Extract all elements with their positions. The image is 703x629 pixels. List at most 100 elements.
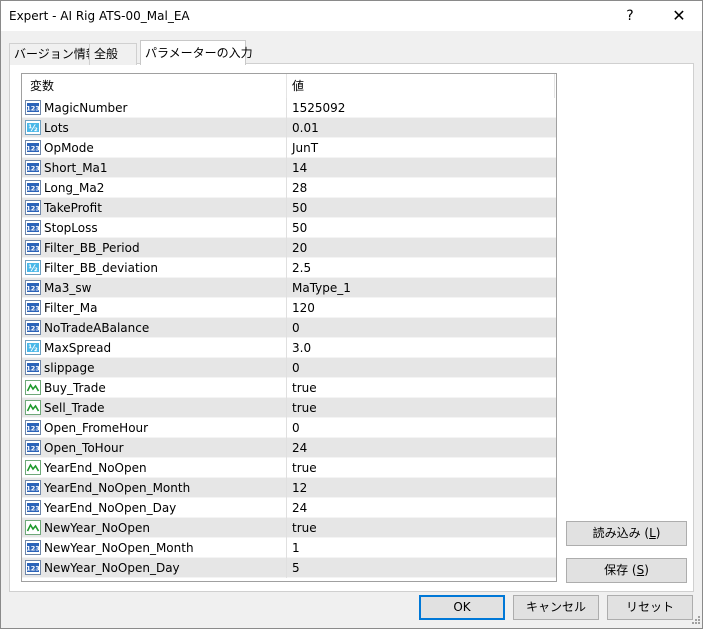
parameter-value[interactable]: 50 xyxy=(292,218,307,238)
table-row[interactable]: 123 MagicNumber 1525092 xyxy=(22,98,556,118)
int-icon: 123 xyxy=(25,100,41,115)
parameter-value[interactable]: 0 xyxy=(292,418,300,438)
load-button-accesskey: L xyxy=(649,526,656,540)
column-header-variable[interactable]: 変数 xyxy=(30,74,54,98)
table-row[interactable]: 123 YearEnd_NoOpen_Day 24 xyxy=(22,498,556,518)
table-row[interactable]: 123 Ma3_sw MaType_1 xyxy=(22,278,556,298)
parameter-name: NoTradeABalance xyxy=(44,321,150,335)
parameter-value[interactable]: 24 xyxy=(292,438,307,458)
parameter-value[interactable]: MaType_1 xyxy=(292,278,351,298)
table-row[interactable]: 123 slippage 0 xyxy=(22,358,556,378)
table-row[interactable]: Buy_Trade true xyxy=(22,378,556,398)
bool-icon xyxy=(25,520,41,535)
svg-text:123: 123 xyxy=(26,105,40,113)
tab-general[interactable]: 全般 xyxy=(89,43,137,65)
parameter-value[interactable]: 5 xyxy=(292,558,300,578)
svg-text:123: 123 xyxy=(26,185,40,193)
parameter-value[interactable]: 1 xyxy=(292,538,300,558)
table-row[interactable]: 123 YearEnd_NoOpen_Month 12 xyxy=(22,478,556,498)
table-row[interactable]: 123 Open_ToHour 24 xyxy=(22,438,556,458)
parameter-name: NewYear_NoOpen_Month xyxy=(44,541,194,555)
cancel-button[interactable]: キャンセル xyxy=(513,595,599,620)
table-row[interactable]: 123 Open_FromeHour 0 xyxy=(22,418,556,438)
parameter-value[interactable]: true xyxy=(292,398,317,418)
save-button[interactable]: 保存 (S) xyxy=(566,558,687,583)
table-row[interactable]: 123 NoTradeABalance 0 xyxy=(22,318,556,338)
tab-version-info[interactable]: バージョン情報 xyxy=(9,43,98,65)
svg-text:½: ½ xyxy=(28,343,37,354)
parameter-value[interactable]: 14 xyxy=(292,158,307,178)
table-row[interactable]: ½ Lots 0.01 xyxy=(22,118,556,138)
column-divider xyxy=(286,358,287,378)
parameter-value[interactable]: 2.5 xyxy=(292,258,311,278)
column-divider xyxy=(286,438,287,458)
parameter-value[interactable]: 0 xyxy=(292,318,300,338)
int-icon: 123 xyxy=(25,140,41,155)
column-divider xyxy=(286,278,287,298)
tab-input-parameters[interactable]: パラメーターの入力 xyxy=(140,40,253,65)
resize-grip-icon[interactable] xyxy=(689,615,701,627)
column-divider xyxy=(286,218,287,238)
int-icon: 123 xyxy=(25,420,41,435)
int-icon: 123 xyxy=(25,160,41,175)
parameter-name: Long_Ma2 xyxy=(44,181,105,195)
parameter-value[interactable]: 50 xyxy=(292,198,307,218)
column-divider xyxy=(286,118,287,138)
table-row[interactable]: 123 NewYear_NoOpen_Day 5 xyxy=(22,558,556,578)
table-row[interactable]: ½ Filter_BB_deviation 2.5 xyxy=(22,258,556,278)
parameter-name: slippage xyxy=(44,361,95,375)
table-row[interactable]: 123 NewYear_NoOpen_Month 1 xyxy=(22,538,556,558)
parameter-name: TakeProfit xyxy=(44,201,102,215)
table-row[interactable]: 123 Filter_Ma 120 xyxy=(22,298,556,318)
table-row[interactable]: YearEnd_NoOpen true xyxy=(22,458,556,478)
parameter-name: Filter_Ma xyxy=(44,301,98,315)
svg-text:123: 123 xyxy=(26,445,40,453)
svg-text:123: 123 xyxy=(26,545,40,553)
load-button[interactable]: 読み込み (L) xyxy=(566,521,687,546)
parameter-value[interactable]: true xyxy=(292,378,317,398)
column-divider xyxy=(286,478,287,498)
parameters-grid[interactable]: 変数 値 123 MagicNumber 1525092 ½ Lots 0.01 123 Op… xyxy=(21,73,557,582)
reset-button[interactable]: リセット xyxy=(607,595,693,620)
int-icon: 123 xyxy=(25,360,41,375)
table-row[interactable]: 123 Long_Ma2 28 xyxy=(22,178,556,198)
float-icon: ½ xyxy=(25,260,41,275)
table-row[interactable]: Sell_Trade true xyxy=(22,398,556,418)
table-row[interactable]: NewYear_NoOpen true xyxy=(22,518,556,538)
parameter-name: StopLoss xyxy=(44,221,98,235)
parameter-value[interactable]: 120 xyxy=(292,298,315,318)
column-divider[interactable] xyxy=(286,74,287,98)
table-row[interactable]: ½ MaxSpread 3.0 xyxy=(22,338,556,358)
title-bar[interactable]: Expert - AI Rig ATS-00_Mal_EA ? ✕ xyxy=(1,1,702,31)
table-row[interactable]: 123 TakeProfit 50 xyxy=(22,198,556,218)
ok-button[interactable]: OK xyxy=(419,595,505,620)
parameter-value[interactable]: 1525092 xyxy=(292,98,345,118)
parameter-name: MaxSpread xyxy=(44,341,112,355)
parameter-value[interactable]: 0.01 xyxy=(292,118,319,138)
int-icon: 123 xyxy=(25,320,41,335)
parameter-value[interactable]: 20 xyxy=(292,238,307,258)
parameter-value[interactable]: true xyxy=(292,518,317,538)
column-header-value[interactable]: 値 xyxy=(292,74,304,98)
table-row[interactable]: 123 OpMode JunT xyxy=(22,138,556,158)
table-row[interactable]: 123 StopLoss 50 xyxy=(22,218,556,238)
svg-text:123: 123 xyxy=(26,165,40,173)
parameter-value[interactable]: true xyxy=(292,458,317,478)
parameter-value[interactable]: 0 xyxy=(292,358,300,378)
parameter-value[interactable]: 28 xyxy=(292,178,307,198)
svg-text:123: 123 xyxy=(26,225,40,233)
parameter-name: Lots xyxy=(44,121,69,135)
parameter-value[interactable]: JunT xyxy=(292,138,318,158)
table-row[interactable]: 123 Short_Ma1 14 xyxy=(22,158,556,178)
parameter-value[interactable]: 12 xyxy=(292,478,307,498)
column-divider xyxy=(286,158,287,178)
parameter-value[interactable]: 24 xyxy=(292,498,307,518)
int-icon: 123 xyxy=(25,480,41,495)
help-button[interactable]: ? xyxy=(607,1,653,31)
close-button[interactable]: ✕ xyxy=(656,1,702,31)
parameter-value[interactable]: 3.0 xyxy=(292,338,311,358)
svg-text:123: 123 xyxy=(26,565,40,573)
load-button-label: 読み込み ( xyxy=(592,526,650,540)
table-row[interactable]: 123 Filter_BB_Period 20 xyxy=(22,238,556,258)
column-divider xyxy=(554,74,555,98)
